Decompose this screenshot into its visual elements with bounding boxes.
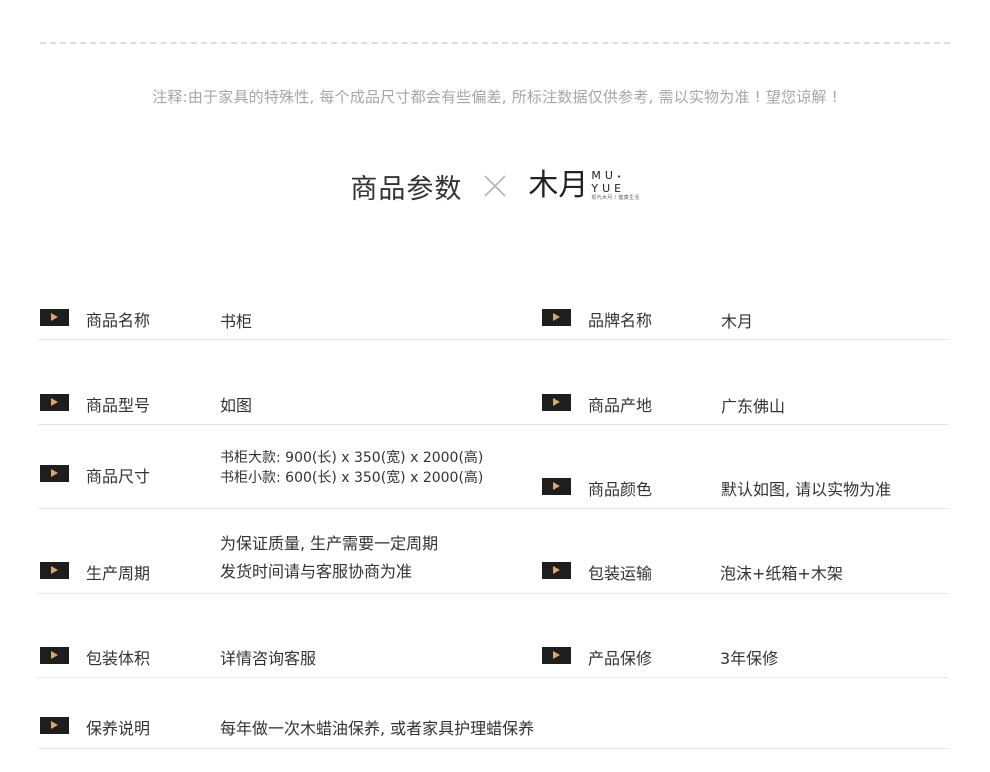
param-value: 泡沫+纸箱+木架 — [720, 564, 843, 583]
param-label: 商品尺寸 — [86, 467, 151, 486]
param-label: 商品产地 — [588, 396, 653, 415]
dashed-divider — [40, 42, 950, 44]
brand-word-bottom: YUE — [591, 182, 626, 195]
param-label: 品牌名称 — [588, 311, 653, 330]
param-label: 商品名称 — [86, 311, 151, 330]
param-label: 包装运输 — [588, 564, 653, 583]
param-value: 默认如图, 请以实物为准 — [721, 480, 892, 499]
param-value: 木月 — [721, 312, 754, 331]
param-label: 保养说明 — [86, 719, 151, 738]
times-icon — [484, 175, 506, 197]
section-header: 商品参数 木月 MU• YUE 现代木月 / 健康生活 — [0, 164, 990, 208]
brand-logo-mark: 木月 — [528, 168, 589, 203]
param-label: 生产周期 — [86, 564, 151, 583]
play-triangle-icon — [542, 309, 571, 326]
param-row-2: 商品型号 如图 商品产地 广东佛山 — [38, 385, 948, 425]
param-value: 广东佛山 — [721, 397, 786, 416]
param-value-line: 为保证质量, 生产需要一定周期 — [220, 534, 439, 553]
param-value: 3年保修 — [720, 649, 779, 668]
param-row-3: 商品尺寸 书柜大款: 900(长) x 350(宽) x 2000(高) 书柜小… — [38, 440, 948, 509]
play-triangle-icon — [542, 478, 571, 495]
brand-logo-word: MU• YUE 现代木月 / 健康生活 — [591, 170, 639, 202]
play-triangle-icon — [40, 717, 69, 734]
param-value-line: 发货时间请与客服协商为准 — [220, 562, 413, 581]
section-title: 商品参数 — [350, 173, 463, 205]
play-triangle-icon — [40, 647, 69, 664]
param-row-1: 商品名称 书柜 品牌名称 木月 — [38, 300, 948, 340]
param-value-line: 书柜大款: 900(长) x 350(宽) x 2000(高) — [220, 450, 484, 466]
param-value-line: 书柜小款: 600(长) x 350(宽) x 2000(高) — [220, 470, 484, 486]
param-value: 每年做一次木蜡油保养, 或者家具护理蜡保养 — [220, 719, 535, 738]
brand-tagline: 现代木月 / 健康生活 — [591, 195, 640, 201]
param-row-6: 保养说明 每年做一次木蜡油保养, 或者家具护理蜡保养 — [38, 708, 948, 749]
brand-dot: • — [616, 173, 622, 181]
play-triangle-icon — [40, 394, 69, 411]
play-triangle-icon — [40, 309, 69, 326]
brand-word-top: MU — [591, 169, 617, 182]
param-row-5: 包装体积 详情咨询客服 产品保修 3年保修 — [38, 638, 948, 678]
param-value: 如图 — [220, 396, 253, 415]
param-label: 商品颜色 — [588, 480, 653, 499]
param-value: 书柜 — [220, 312, 253, 331]
param-value: 详情咨询客服 — [220, 649, 317, 668]
brand-logo: 木月 MU• YUE 现代木月 / 健康生活 — [528, 170, 639, 202]
param-label: 商品型号 — [86, 396, 151, 415]
param-label: 产品保修 — [588, 649, 653, 668]
play-triangle-icon — [40, 562, 69, 579]
play-triangle-icon — [542, 562, 571, 579]
play-triangle-icon — [542, 647, 571, 664]
param-label: 包装体积 — [86, 649, 151, 668]
disclaimer-note: 注释:由于家具的特殊性, 每个成品尺寸都会有些偏差, 所标注数据仅供参考, 需以… — [152, 88, 838, 106]
play-triangle-icon — [542, 394, 571, 411]
play-triangle-icon — [40, 465, 69, 482]
param-row-4: 生产周期 为保证质量, 生产需要一定周期 发货时间请与客服协商为准 包装运输 泡… — [38, 524, 948, 594]
